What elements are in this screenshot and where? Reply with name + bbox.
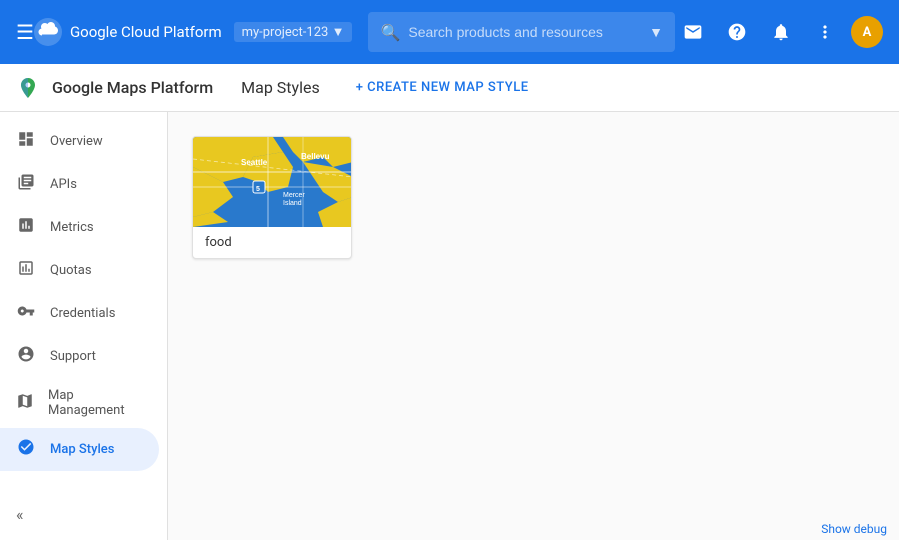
topbar: ☰ Google Cloud Platform my-project-123 ▼…: [0, 0, 899, 64]
sidebar-item-apis[interactable]: APIs: [0, 163, 159, 206]
topbar-right: A: [675, 14, 883, 50]
metrics-icon: [16, 216, 36, 239]
expand-icon: ▼: [649, 24, 663, 41]
subheader-brand: Google Maps Platform: [52, 78, 213, 97]
map-card-label: food: [193, 227, 351, 258]
subheader: Google Maps Platform Map Styles + CREATE…: [0, 64, 899, 112]
sidebar-collapse-button[interactable]: «: [0, 497, 40, 532]
map-management-icon: [16, 392, 34, 415]
support-icon: [16, 345, 36, 368]
topbar-title: Google Cloud Platform: [70, 23, 222, 41]
quotas-icon: [16, 259, 36, 282]
main-content: Seattle Bellevu Mercer Island 5 food Sho…: [168, 112, 899, 540]
topbar-project: my-project-123 ▼: [234, 22, 353, 42]
svg-text:5: 5: [256, 186, 260, 193]
help-button[interactable]: [719, 14, 755, 50]
map-style-card[interactable]: Seattle Bellevu Mercer Island 5 food: [192, 136, 352, 259]
menu-icon[interactable]: ☰: [16, 20, 34, 44]
sidebar-item-apis-label: APIs: [50, 177, 77, 192]
overview-icon: [16, 130, 36, 153]
maps-logo-icon: [16, 76, 40, 100]
sidebar-item-metrics[interactable]: Metrics: [0, 206, 159, 249]
email-button[interactable]: [675, 14, 711, 50]
create-new-map-style-button[interactable]: + CREATE NEW MAP STYLE: [356, 80, 529, 95]
sidebar-item-quotas[interactable]: Quotas: [0, 249, 159, 292]
more-button[interactable]: [807, 14, 843, 50]
show-debug-button[interactable]: Show debug: [809, 518, 899, 540]
map-styles-icon: [16, 438, 36, 461]
cloud-logo-icon: [34, 18, 62, 46]
search-icon: 🔍: [380, 23, 400, 42]
svg-text:Bellevu: Bellevu: [301, 152, 330, 161]
sidebar-item-metrics-label: Metrics: [50, 220, 94, 235]
credentials-icon: [16, 302, 36, 325]
map-preview-svg: Seattle Bellevu Mercer Island 5: [193, 137, 352, 227]
sidebar-item-map-styles-label: Map Styles: [50, 442, 114, 457]
map-preview: Seattle Bellevu Mercer Island 5: [193, 137, 352, 227]
sidebar-item-overview[interactable]: Overview: [0, 120, 159, 163]
logo-area: Google Cloud Platform my-project-123 ▼: [34, 18, 353, 46]
sidebar-item-credentials-label: Credentials: [50, 306, 115, 321]
sidebar-item-support[interactable]: Support: [0, 335, 159, 378]
sidebar-item-overview-label: Overview: [50, 134, 103, 149]
sidebar: Overview APIs Metrics Quotas Credentials: [0, 112, 168, 540]
svg-text:Seattle: Seattle: [241, 158, 268, 167]
apis-icon: [16, 173, 36, 196]
svg-text:Mercer: Mercer: [283, 192, 305, 199]
sidebar-item-map-styles[interactable]: Map Styles: [0, 428, 159, 471]
sidebar-item-map-management[interactable]: Map Management: [0, 378, 159, 428]
sidebar-item-map-management-label: Map Management: [48, 388, 143, 418]
subheader-page-title: Map Styles: [241, 78, 320, 97]
sidebar-item-quotas-label: Quotas: [50, 263, 92, 278]
sidebar-item-support-label: Support: [50, 349, 96, 364]
main-layout: Overview APIs Metrics Quotas Credentials: [0, 112, 899, 540]
user-avatar[interactable]: A: [851, 16, 883, 48]
search-bar[interactable]: 🔍 ▼: [368, 12, 675, 52]
sidebar-item-credentials[interactable]: Credentials: [0, 292, 159, 335]
svg-text:Island: Island: [283, 200, 302, 207]
search-input[interactable]: [408, 24, 641, 40]
notifications-button[interactable]: [763, 14, 799, 50]
